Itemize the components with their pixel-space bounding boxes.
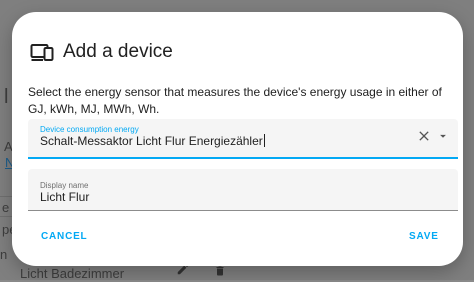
bg-row-label: Licht Badezimmer: [20, 266, 125, 281]
field-value: Schalt-Messaktor Licht Flur Energiezähle…: [40, 134, 265, 148]
field-label: Device consumption energy: [40, 125, 139, 134]
save-button[interactable]: SAVE: [409, 231, 439, 242]
bg-divider: [0, 196, 12, 197]
bg-divider: [0, 216, 12, 217]
field-value[interactable]: Licht Flur: [40, 190, 89, 204]
cancel-button[interactable]: CANCEL: [41, 231, 87, 242]
clear-icon[interactable]: [416, 128, 432, 144]
bg-fragment-5: n: [0, 247, 8, 262]
text-cursor: [263, 134, 265, 147]
dialog-header: Add a device: [30, 38, 173, 66]
add-device-dialog: Add a device Select the energy sensor th…: [12, 12, 463, 266]
dropdown-arrow-icon[interactable]: [436, 129, 450, 143]
field-label: Display name: [40, 181, 89, 190]
dialog-description: Select the energy sensor that measures t…: [28, 85, 442, 116]
bg-fragment-1: l: [4, 86, 9, 108]
bg-fragment-3: e: [2, 200, 10, 215]
device-consumption-select[interactable]: Device consumption energy Schalt-Messakt…: [28, 119, 458, 159]
dialog-title: Add a device: [63, 41, 173, 62]
display-name-field[interactable]: Display name Licht Flur: [28, 169, 458, 211]
devices-icon: [30, 40, 54, 64]
